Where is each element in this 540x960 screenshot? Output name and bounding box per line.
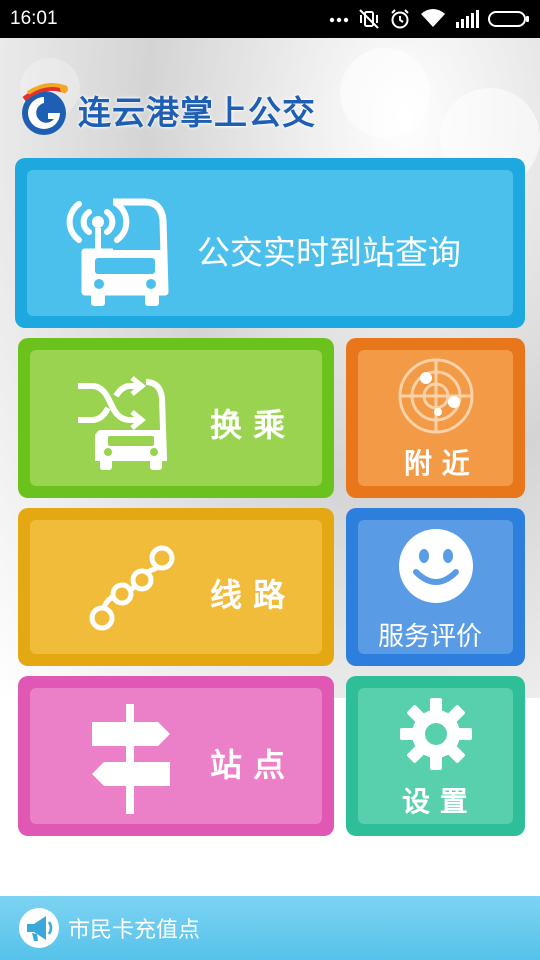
status-bar: 16:01: [0, 0, 540, 38]
route-nodes-icon: [89, 545, 175, 631]
routes-label: 线 路: [210, 576, 286, 614]
bus-signal-icon: [66, 198, 169, 306]
app-header: 连云港掌上公交: [18, 80, 316, 140]
wifi-icon: [421, 9, 445, 27]
transfer-label: 换 乘: [210, 406, 286, 444]
routes-tile[interactable]: 线 路: [18, 508, 334, 666]
battery-icon: [488, 11, 529, 27]
signal-icon: [456, 10, 479, 28]
bus-transfer-icon: [78, 376, 168, 470]
stops-tile[interactable]: 站 点: [18, 676, 334, 836]
signpost-icon: [92, 704, 170, 814]
service-feedback-tile[interactable]: 服务评价: [346, 508, 525, 666]
stops-label: 站 点: [210, 746, 286, 784]
transfer-tile[interactable]: 换 乘: [18, 338, 334, 498]
nearby-label: 附 近: [404, 447, 470, 480]
status-icons: [329, 8, 530, 30]
status-time: 16:01: [10, 8, 58, 29]
megaphone-icon: [19, 908, 59, 948]
vibrate-mute-icon: [359, 9, 379, 29]
settings-label: 设 置: [402, 785, 468, 818]
realtime-arrival-label: 公交实时到站查询: [197, 233, 461, 272]
gear-icon: [400, 698, 472, 770]
app-title: 连云港掌上公交: [78, 93, 316, 132]
radar-icon: [398, 358, 474, 434]
bus-logo-icon: [22, 83, 68, 135]
bokeh-light: [340, 48, 430, 138]
service-feedback-label: 服务评价: [378, 622, 483, 652]
more-dots-icon: [329, 17, 349, 23]
smiley-icon: [399, 529, 473, 603]
nearby-tile[interactable]: 附 近: [346, 338, 525, 498]
settings-tile[interactable]: 设 置: [346, 676, 525, 836]
citizen-card-recharge-bar[interactable]: 市民卡充值点: [0, 896, 540, 960]
alarm-icon: [391, 9, 409, 29]
realtime-arrival-tile[interactable]: 公交实时到站查询: [15, 158, 525, 328]
citizen-card-recharge-label: 市民卡充值点: [68, 918, 201, 943]
